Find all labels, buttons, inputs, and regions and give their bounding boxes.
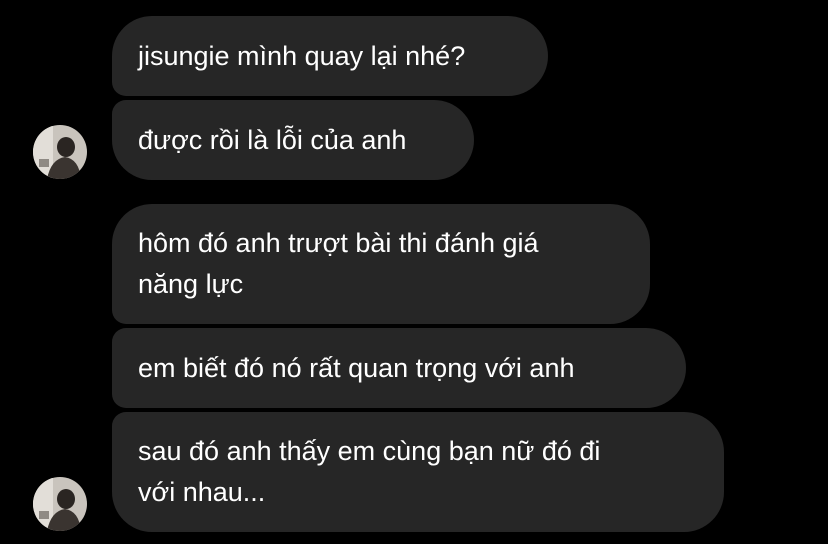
profile-photo-icon: [33, 477, 87, 531]
message-bubble-1[interactable]: jisungie mình quay lại nhé?: [112, 16, 548, 96]
message-bubble-4[interactable]: em biết đó nó rất quan trọng với anh: [112, 328, 686, 408]
profile-photo-icon: [33, 125, 87, 179]
message-text-3-line-2: năng lực: [138, 269, 244, 299]
message-bubble-2[interactable]: được rồi là lỗi của anh: [112, 100, 474, 180]
message-text-4: em biết đó nó rất quan trọng với anh: [138, 352, 575, 383]
message-text-1: jisungie mình quay lại nhé?: [138, 40, 466, 71]
message-text-5-line-1: sau đó anh thấy em cùng bạn nữ đó đi: [138, 436, 601, 466]
message-text-3-line-1: hôm đó anh trượt bài thi đánh giá: [138, 228, 539, 258]
message-bubble-3[interactable]: hôm đó anh trượt bài thi đánh giá năng l…: [112, 204, 650, 324]
message-bubble-5[interactable]: sau đó anh thấy em cùng bạn nữ đó đi với…: [112, 412, 724, 532]
message-text-2: được rồi là lỗi của anh: [138, 124, 407, 155]
avatar[interactable]: [33, 477, 87, 531]
message-text-5-line-2: với nhau...: [138, 477, 266, 507]
avatar[interactable]: [33, 125, 87, 179]
